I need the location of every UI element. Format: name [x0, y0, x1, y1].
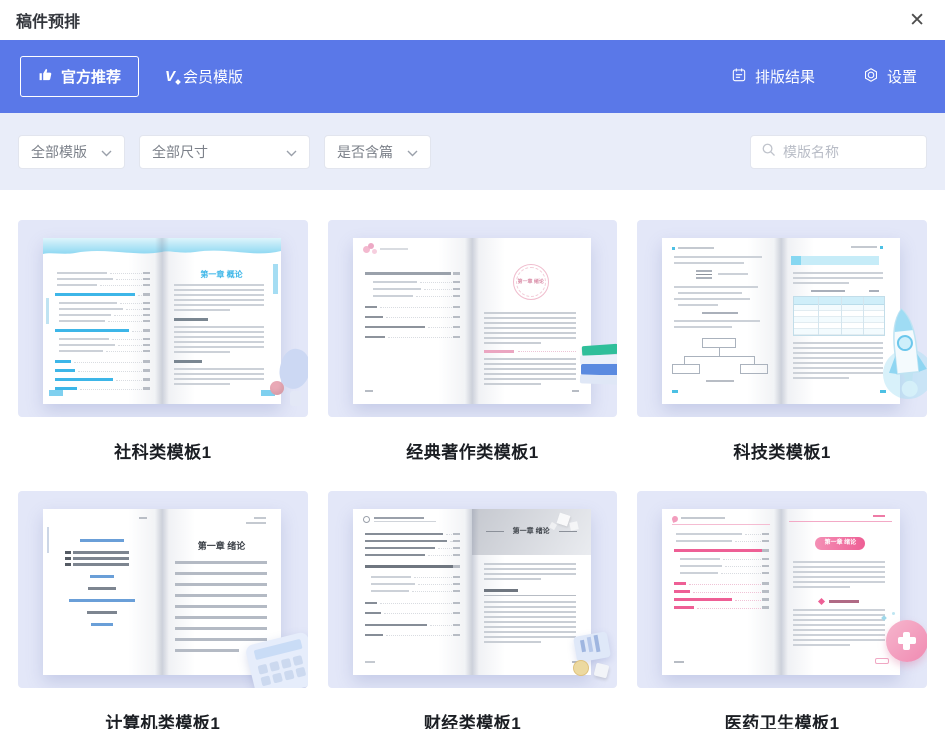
template-name: 医药卫生模板1 [637, 709, 927, 729]
preview-heading: 第一章 绪论 [162, 539, 281, 552]
wave-band [43, 238, 281, 264]
search-input[interactable] [783, 144, 916, 160]
decor-finance-3d [569, 628, 617, 684]
decor-medical-cross [882, 616, 927, 666]
template-card[interactable]: 第一章 绪论财经类模板1 [328, 491, 618, 729]
settings-label: 设置 [887, 66, 917, 87]
decor-3d-shapes [268, 343, 308, 409]
close-icon[interactable]: ✕ [905, 9, 929, 32]
dropdown-template-type-value: 全部模版 [31, 142, 87, 162]
vip-icon: V [165, 68, 175, 85]
clipboard-icon [731, 67, 747, 87]
dropdown-page-size[interactable]: 全部尺寸 [139, 135, 310, 169]
decor-book-stack [580, 345, 617, 389]
book-left-page [662, 238, 781, 404]
template-name: 社科类模板1 [18, 438, 308, 463]
book-left-page [662, 509, 781, 675]
template-preview[interactable]: 第一章 绪论 [18, 491, 308, 688]
book-spread [662, 238, 900, 404]
template-name: 科技类模板1 [637, 438, 927, 463]
template-card[interactable]: 第一章 绪论医药卫生模板1 [637, 491, 927, 729]
dropdown-page-size-value: 全部尺寸 [152, 142, 208, 162]
template-card[interactable]: 第一章 绪论计算机类模板1 [18, 491, 308, 729]
dropdown-has-chapter[interactable]: 是否含篇 [324, 135, 431, 169]
toolbar: 官方推荐 V 会员模版 排版结果 设置 [0, 40, 945, 113]
preview-heading: 第一章 概论 [162, 269, 281, 280]
template-name: 计算机类模板1 [18, 709, 308, 729]
preview-heading: 第一章 绪论 [815, 537, 865, 550]
preview-heading: 第一章 绪论 [514, 278, 548, 285]
decor-calculator [246, 634, 308, 688]
template-search [750, 135, 927, 169]
decor-rocket [877, 307, 927, 403]
tab-official-recommend[interactable]: 官方推荐 [20, 56, 139, 97]
dialog-title-bar: 稿件预排 ✕ [0, 0, 945, 40]
chevron-down-icon [101, 144, 112, 160]
tab-official-label: 官方推荐 [61, 66, 121, 87]
layout-result-label: 排版结果 [755, 66, 815, 87]
template-preview[interactable]: 第一章 绪论 [637, 491, 927, 688]
book-left-page [353, 238, 472, 404]
layout-result-button[interactable]: 排版结果 [731, 66, 815, 87]
template-preview[interactable]: 第一章 绪论 [328, 491, 618, 688]
template-name: 财经类模板1 [328, 709, 618, 729]
thumbs-up-icon [38, 67, 53, 86]
template-preview[interactable]: 第一章 绪论 [328, 220, 618, 417]
preview-table [793, 296, 885, 336]
dialog-title: 稿件预排 [16, 8, 80, 32]
template-card[interactable]: 科技类模板1 [637, 220, 927, 463]
dropdown-template-type[interactable]: 全部模版 [18, 135, 125, 169]
filter-bar: 全部模版 全部尺寸 是否含篇 [0, 113, 945, 190]
tab-member-label: 会员模版 [183, 66, 243, 87]
tab-member-template[interactable]: V 会员模版 [165, 66, 243, 87]
chapter-pill: 第一章 绪论 [815, 537, 865, 550]
search-icon [761, 142, 776, 162]
template-grid: 第一章 概论社科类模板1第一章 绪论经典著作类模板1科技类模板1第一章 绪论计算… [0, 190, 945, 729]
template-card[interactable]: 第一章 概论社科类模板1 [18, 220, 308, 463]
book-spread: 第一章 绪论 [662, 509, 900, 675]
chevron-down-icon [286, 144, 297, 160]
settings-button[interactable]: 设置 [863, 66, 917, 87]
book-right-page: 第一章 绪论 [472, 238, 591, 404]
book-spread: 第一章 绪论 [353, 238, 591, 404]
template-preview[interactable] [637, 220, 927, 417]
chevron-down-icon [407, 144, 418, 160]
book-spread: 第一章 概论 [43, 238, 281, 404]
gear-icon [863, 67, 879, 87]
book-spread: 第一章 绪论 [353, 509, 591, 675]
book-left-page [43, 509, 162, 675]
template-card[interactable]: 第一章 绪论经典著作类模板1 [328, 220, 618, 463]
template-name: 经典著作类模板1 [328, 438, 618, 463]
dropdown-has-chapter-value: 是否含篇 [337, 142, 393, 162]
book-left-page [353, 509, 472, 675]
template-preview[interactable]: 第一章 概论 [18, 220, 308, 417]
chapter-seal: 第一章 绪论 [513, 264, 549, 300]
